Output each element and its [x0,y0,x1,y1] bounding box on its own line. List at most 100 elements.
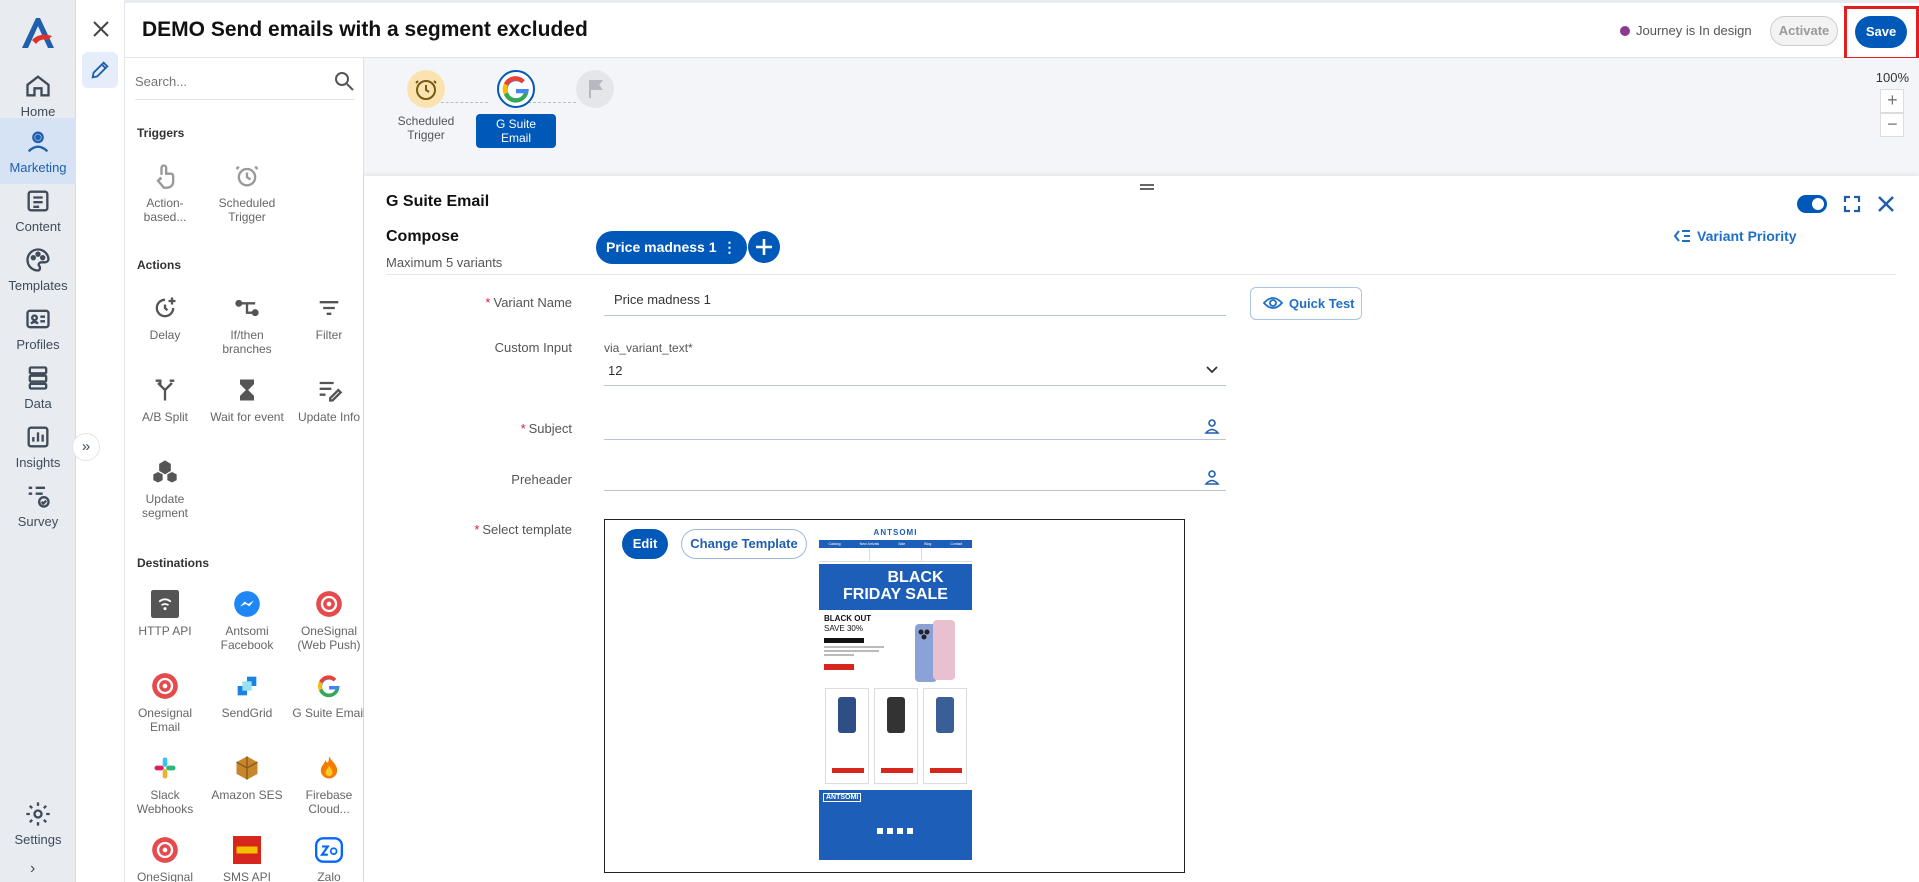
zoom-out-button[interactable]: − [1880,113,1905,137]
palette-item-sendgrid[interactable]: SendGrid [207,672,287,720]
slack-icon [154,757,176,779]
edit-mode-button[interactable] [82,52,118,88]
palette-item-firebase[interactable]: Firebase Cloud... [289,754,369,816]
nav-label-settings: Settings [14,832,62,847]
nav-item-survey[interactable]: Survey [0,472,76,538]
palette-icon [26,248,50,272]
kebab-menu-icon[interactable]: ⋮ [723,231,737,264]
zoom-in-button[interactable]: + [1880,89,1905,113]
palette-item-update-info[interactable]: Update Info [289,376,369,424]
flow-node-end[interactable] [576,70,614,114]
nav-item-settings[interactable]: Settings [0,790,76,856]
close-icon[interactable] [1876,194,1896,214]
palette-item-delay[interactable]: Delay [125,294,205,342]
save-button[interactable]: Save [1855,16,1907,48]
palette-item-http-api[interactable]: HTTP API [125,590,205,638]
pencil-icon [91,61,109,79]
preheader-input[interactable] [604,461,1226,491]
amazon-ses-icon [236,756,258,780]
activate-button[interactable]: Activate [1770,16,1838,46]
search-input[interactable] [135,66,315,96]
resize-handle[interactable] [1140,184,1154,190]
palette-label: Onesignal Email [137,706,193,734]
edit-list-icon [319,381,343,402]
palette-item-update-segment[interactable]: Update segment [125,458,205,520]
nav-label-survey: Survey [17,514,59,529]
palette-label: Update segment [141,492,189,520]
nav-item-profiles[interactable]: Profiles [0,295,76,361]
email-menu-item: Contact [950,542,963,546]
email-product-grid [819,688,972,784]
zalo-icon [315,837,343,863]
nav-item-insights[interactable]: Insights [0,413,76,479]
edit-template-button[interactable]: Edit [622,529,668,559]
chevron-down-icon [1206,366,1218,374]
palette-item-slack[interactable]: Slack Webhooks [125,754,205,816]
subject-input[interactable] [604,410,1226,440]
nav-label-insights: Insights [15,455,61,470]
flow-node-gsuite-email[interactable]: G Suite Email [476,70,556,148]
palette-item-zalo[interactable]: Zalo [289,836,369,882]
palette-item-wait-for-event[interactable]: Wait for event [207,376,287,424]
personalize-person-icon[interactable] [1204,469,1220,485]
fullscreen-icon[interactable] [1842,194,1862,214]
quick-test-button[interactable]: Quick Test [1250,287,1362,320]
eye-icon [1263,297,1283,309]
content-icon [27,190,49,212]
palette-label: OneSignal [136,870,194,882]
change-template-button[interactable]: Change Template [681,529,807,559]
split-icon [155,379,175,401]
save-highlight: Save [1844,6,1919,60]
search-icon[interactable] [333,70,355,92]
nav-item-templates[interactable]: Templates [0,236,76,302]
section-actions: Actions [137,258,182,272]
palette-item-action-based[interactable]: Action-based... [125,162,205,224]
max-variants-note: Maximum 5 variants [386,255,503,270]
email-menu: Catalog New Arrivals Sale Blog Contact [819,540,972,548]
journey-canvas[interactable]: Scheduled Trigger G Suite Email 100% + − [364,58,1919,176]
branch-icon [235,299,259,317]
palette-item-onesignal[interactable]: OneSignal [125,836,205,882]
survey-icon [28,486,50,508]
palette-item-onesignal-email[interactable]: Onesignal Email [125,672,205,734]
palette-item-filter[interactable]: Filter [289,294,369,342]
collapse-palette-button[interactable]: » [72,433,100,461]
add-variant-button[interactable] [748,231,780,263]
palette-item-antsomi-facebook[interactable]: Antsomi Facebook [207,590,287,652]
email-headline-1: BLACK [887,569,944,586]
preheader-label: Preheader [511,472,572,487]
palette-item-ab-split[interactable]: A/B Split [125,376,205,424]
palette-item-scheduled-trigger[interactable]: Scheduled Trigger [207,162,287,224]
variant-tab[interactable]: Price madness 1 ⋮ [596,231,747,264]
node-icon-wrap [576,70,614,108]
expand-nav-chevron-icon[interactable]: › [30,860,35,878]
email-headline-2: FRIDAY SALE [843,586,948,603]
journey-status: Journey is In design [1620,23,1752,38]
close-icon[interactable] [90,18,112,40]
variant-name-label: * Variant Name [485,295,572,310]
personalize-person-icon[interactable] [1204,418,1220,434]
status-dot [1620,26,1630,36]
nav-item-data[interactable]: Data [0,354,76,420]
palette-item-sms-api[interactable]: SMS API [207,836,287,882]
variant-name-input[interactable]: Price madness 1 [604,286,1226,316]
nav-item-content[interactable]: Content [0,177,76,243]
palette-label: Delay [149,328,181,342]
panel-title: G Suite Email [386,193,490,210]
variant-priority-link[interactable]: Variant Priority [1673,228,1797,244]
palette-label: HTTP API [138,624,192,638]
flow-node-scheduled-trigger[interactable]: Scheduled Trigger [394,70,458,142]
nav-item-marketing[interactable]: Marketing [0,118,76,184]
palette-label: OneSignal (Web Push) [297,624,361,652]
email-save-line: SAVE 30% [824,624,863,633]
custom-input-select[interactable]: 12 [604,356,1226,386]
email-menu-item: Catalog [828,542,841,546]
enable-toggle[interactable] [1797,195,1827,213]
palette-item-onesignal-web-push[interactable]: OneSignal (Web Push) [289,590,369,652]
palette-label: Antsomi Facebook [220,624,274,652]
email-menu-item: Sale [898,542,906,546]
palette-item-if-then[interactable]: If/then branches [207,294,287,356]
zoom-level: 100% [1875,70,1909,85]
palette-item-gsuite-email[interactable]: G Suite Email [289,672,369,720]
palette-item-amazon-ses[interactable]: Amazon SES [207,754,287,802]
